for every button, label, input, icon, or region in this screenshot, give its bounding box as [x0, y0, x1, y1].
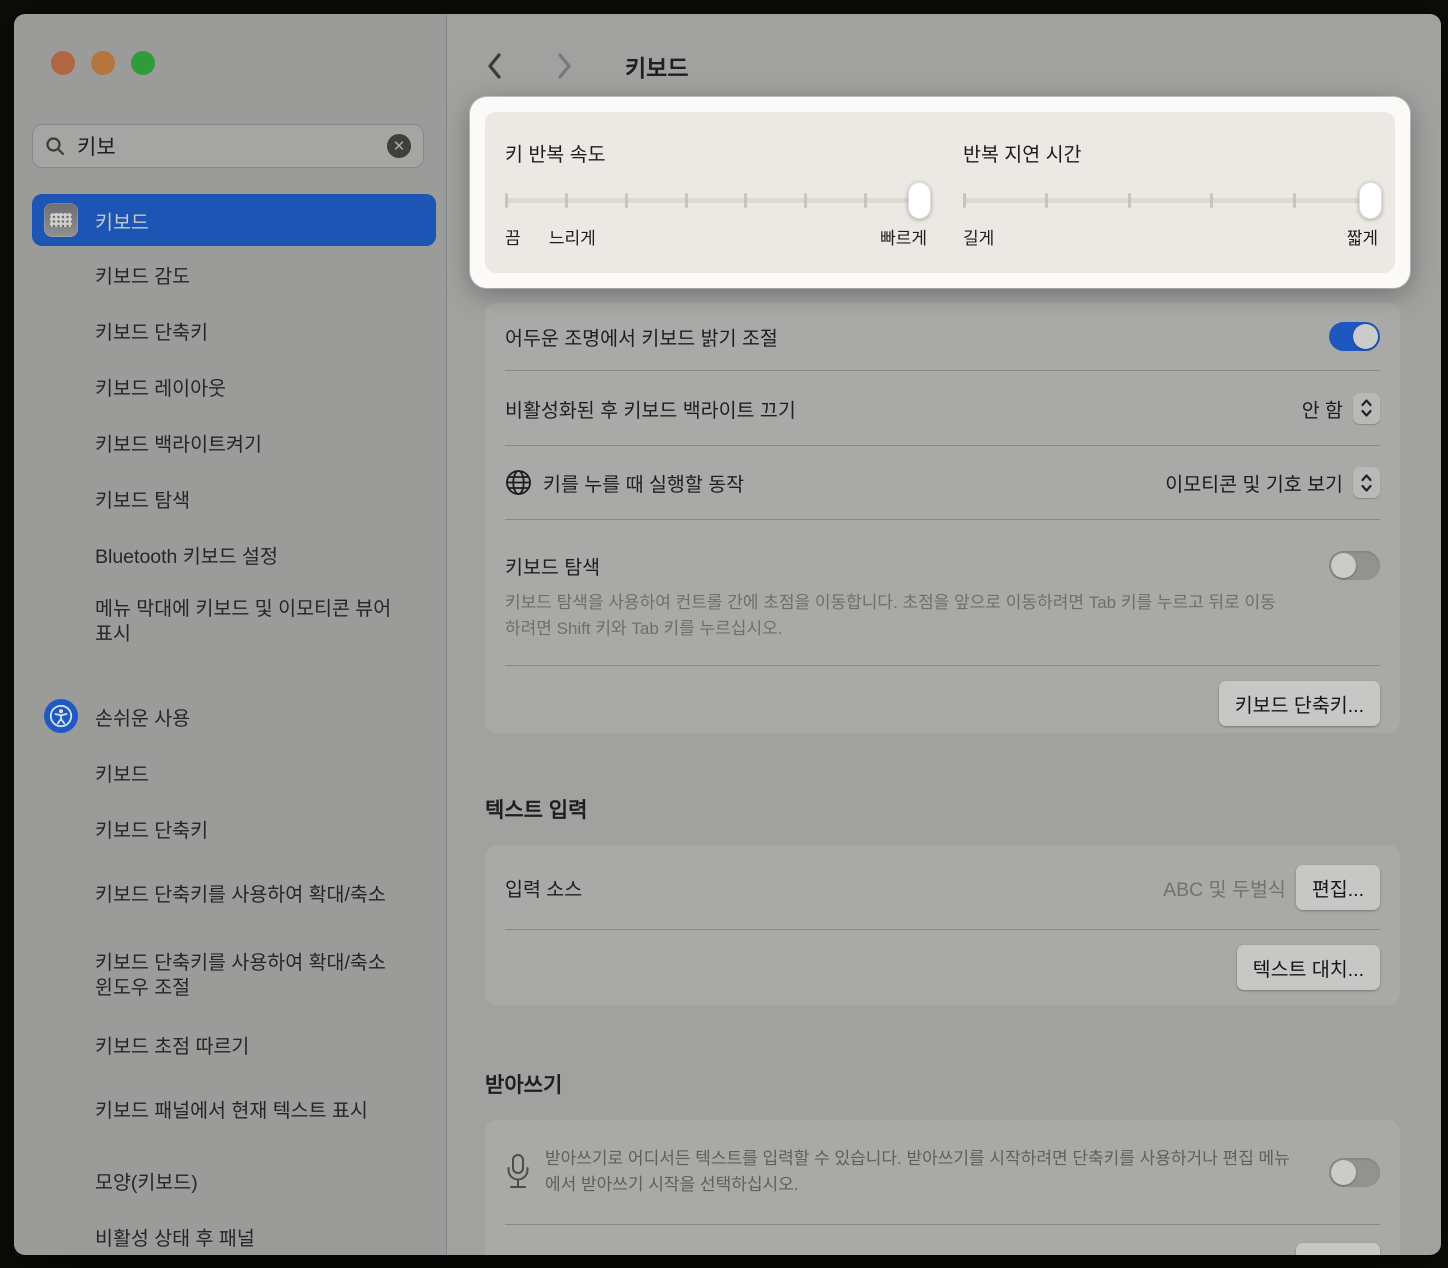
sidebar-item-label: 키보드 — [95, 206, 149, 235]
zoom-button[interactable] — [131, 51, 155, 75]
chevron-left-icon — [487, 53, 502, 79]
globe-icon — [505, 469, 532, 496]
key-repeat-slider-group: 키 반복 속도 끔 느리게 빠르게 — [505, 112, 927, 273]
desktop-wallpaper: ✕ 키보드 키보드 감도 키보드 단축키 키보드 레이아웃 키보드 백라이트켜기… — [0, 0, 1448, 1268]
key-repeat-title: 키 반복 속도 — [505, 138, 606, 167]
row-keyboard-navigation: 키보드 탐색 — [485, 520, 1400, 580]
brightness-toggle[interactable] — [1329, 322, 1380, 351]
sidebar-item-appearance-keyboard[interactable]: 모양(키보드) — [32, 1152, 436, 1208]
dropdown-value: 이모티콘 및 기호 보기 — [1165, 468, 1343, 497]
language-value: 한국어(대한민국) — [1147, 1251, 1286, 1256]
sidebar-item-keyboard[interactable]: 키보드 — [32, 194, 436, 246]
back-button[interactable] — [477, 49, 511, 83]
minimize-button[interactable] — [91, 51, 115, 75]
sidebar-nav: 키보드 키보드 감도 키보드 단축키 키보드 레이아웃 키보드 백라이트켜기 키… — [32, 194, 436, 1255]
repeat-settings-card: 키 반복 속도 끔 느리게 빠르게 반복 지연 — [485, 112, 1395, 273]
row-label: 언어 — [505, 1251, 1147, 1256]
globe-key-dropdown[interactable] — [1353, 467, 1380, 498]
row-label: 키를 누를 때 실행할 동작 — [543, 468, 1165, 497]
close-button[interactable] — [51, 51, 75, 75]
dictation-toggle[interactable] — [1329, 1158, 1380, 1187]
label-fast: 빠르게 — [880, 224, 927, 249]
section-title-text-input: 텍스트 입력 — [485, 794, 587, 824]
text-replacements-button[interactable]: 텍스트 대치... — [1237, 945, 1380, 990]
dictation-description: 받아쓰기로 어디서든 텍스트를 입력할 수 있습니다. 받아쓰기를 시작하려면 … — [545, 1146, 1315, 1199]
sidebar-item-keyboard-shortcuts[interactable]: 키보드 단축키 — [32, 302, 436, 358]
row-label: 입력 소스 — [505, 873, 1163, 902]
label-off: 끔 — [505, 224, 521, 249]
chevron-right-icon — [557, 53, 572, 79]
label-short: 짧게 — [1347, 224, 1378, 249]
repeat-delay-slider-thumb[interactable] — [1359, 182, 1382, 219]
row-shortcuts-button: 키보드 단축키... — [485, 666, 1400, 733]
keyboard-settings-group: 어두운 조명에서 키보드 밝기 조절 비활성화된 후 키보드 백라이트 끄기 안… — [485, 303, 1400, 733]
traffic-lights — [51, 51, 155, 75]
search-icon — [45, 136, 65, 156]
label-long: 길게 — [963, 224, 994, 249]
main-header: 키보드 — [477, 44, 688, 88]
sidebar-item-a11y-keyboard[interactable]: 키보드 — [32, 744, 436, 800]
clear-search-icon[interactable]: ✕ — [387, 134, 411, 158]
sidebar-item-bluetooth-keyboard[interactable]: Bluetooth 키보드 설정 — [32, 526, 436, 582]
text-input-group: 입력 소스 ABC 및 두벌식 편집... 텍스트 대치... — [485, 845, 1400, 1005]
sidebar-item-zoom-window[interactable]: 키보드 단축키를 사용하여 확대/축소 윈도우 조절 — [32, 936, 436, 1016]
dropdown-value: 안 함 — [1302, 394, 1343, 423]
microphone-icon — [505, 1153, 531, 1191]
system-settings-window: ✕ 키보드 키보드 감도 키보드 단축키 키보드 레이아웃 키보드 백라이트켜기… — [14, 14, 1441, 1255]
sidebar-item-follow-focus[interactable]: 키보드 초점 따르기 — [32, 1016, 436, 1072]
row-label: 어두운 조명에서 키보드 밝기 조절 — [505, 322, 1329, 351]
repeat-delay-title: 반복 지연 시간 — [963, 138, 1081, 167]
section-title-dictation: 받아쓰기 — [485, 1069, 562, 1099]
page-title: 키보드 — [625, 49, 688, 83]
repeat-delay-slider[interactable] — [963, 198, 1378, 203]
sidebar-item-inactive-panel[interactable]: 비활성 상태 후 패널 — [32, 1208, 436, 1255]
accessibility-icon — [44, 699, 78, 733]
up-down-chevrons-icon — [1360, 473, 1373, 493]
sidebar-item-panel-text[interactable]: 키보드 패널에서 현재 텍스트 표시 — [32, 1072, 436, 1152]
row-globe-key: 키를 누를 때 실행할 동작 이모티콘 및 기호 보기 — [485, 446, 1400, 519]
sidebar-item-accessibility[interactable]: 손쉬운 사용 — [32, 688, 436, 744]
row-backlight-off: 비활성화된 후 키보드 백라이트 끄기 안 함 — [485, 371, 1400, 445]
row-text-replacements: 텍스트 대치... — [485, 930, 1400, 1004]
sidebar-item-menubar-viewer[interactable]: 메뉴 막대에 키보드 및 이모티콘 뷰어 표시 — [32, 582, 436, 662]
edit-input-sources-button[interactable]: 편집... — [1296, 865, 1380, 910]
sidebar-item-keyboard-navigation[interactable]: 키보드 탐색 — [32, 470, 436, 526]
edit-language-button[interactable]: 편집... — [1296, 1243, 1380, 1256]
sidebar: ✕ 키보드 키보드 감도 키보드 단축키 키보드 레이아웃 키보드 백라이트켜기… — [14, 14, 447, 1255]
key-repeat-slider-thumb[interactable] — [908, 182, 931, 219]
search-field[interactable]: ✕ — [32, 124, 424, 168]
backlight-off-dropdown[interactable] — [1353, 393, 1380, 424]
keyboard-navigation-description: 키보드 탐색을 사용하여 컨트롤 간에 초점을 이동합니다. 초점을 앞으로 이… — [485, 580, 1400, 643]
sidebar-item-keyboard-backlight[interactable]: 키보드 백라이트켜기 — [32, 414, 436, 470]
row-brightness-low-light: 어두운 조명에서 키보드 밝기 조절 — [485, 303, 1400, 370]
sidebar-item-a11y-shortcuts[interactable]: 키보드 단축키 — [32, 800, 436, 856]
sidebar-item-keyboard-sensitivity[interactable]: 키보드 감도 — [32, 246, 436, 302]
keyboard-navigation-toggle[interactable] — [1329, 551, 1380, 580]
repeat-delay-slider-group: 반복 지연 시간 길게 짧게 — [963, 112, 1378, 273]
up-down-chevrons-icon — [1360, 398, 1373, 418]
forward-button[interactable] — [547, 49, 581, 83]
keyboard-app-icon — [44, 203, 78, 237]
keyboard-shortcuts-button[interactable]: 키보드 단축키... — [1219, 681, 1380, 726]
dictation-group: 받아쓰기로 어디서든 텍스트를 입력할 수 있습니다. 받아쓰기를 시작하려면 … — [485, 1120, 1400, 1255]
row-dictation: 받아쓰기로 어디서든 텍스트를 입력할 수 있습니다. 받아쓰기를 시작하려면 … — [485, 1120, 1400, 1224]
row-input-sources: 입력 소스 ABC 및 두벌식 편집... — [485, 845, 1400, 929]
sidebar-item-zoom-shortcuts[interactable]: 키보드 단축키를 사용하여 확대/축소 — [32, 856, 436, 936]
spotlight-highlight: 키 반복 속도 끔 느리게 빠르게 반복 지연 — [470, 97, 1410, 288]
label-slow: 느리게 — [549, 224, 596, 249]
search-input[interactable] — [75, 133, 377, 159]
key-repeat-slider[interactable] — [505, 198, 927, 203]
row-dictation-language: 언어 한국어(대한민국) 편집... — [485, 1225, 1400, 1255]
row-label: 키보드 탐색 — [505, 551, 1329, 580]
row-label: 비활성화된 후 키보드 백라이트 끄기 — [505, 394, 1302, 423]
input-sources-value: ABC 및 두벌식 — [1163, 873, 1286, 902]
sidebar-item-keyboard-layouts[interactable]: 키보드 레이아웃 — [32, 358, 436, 414]
